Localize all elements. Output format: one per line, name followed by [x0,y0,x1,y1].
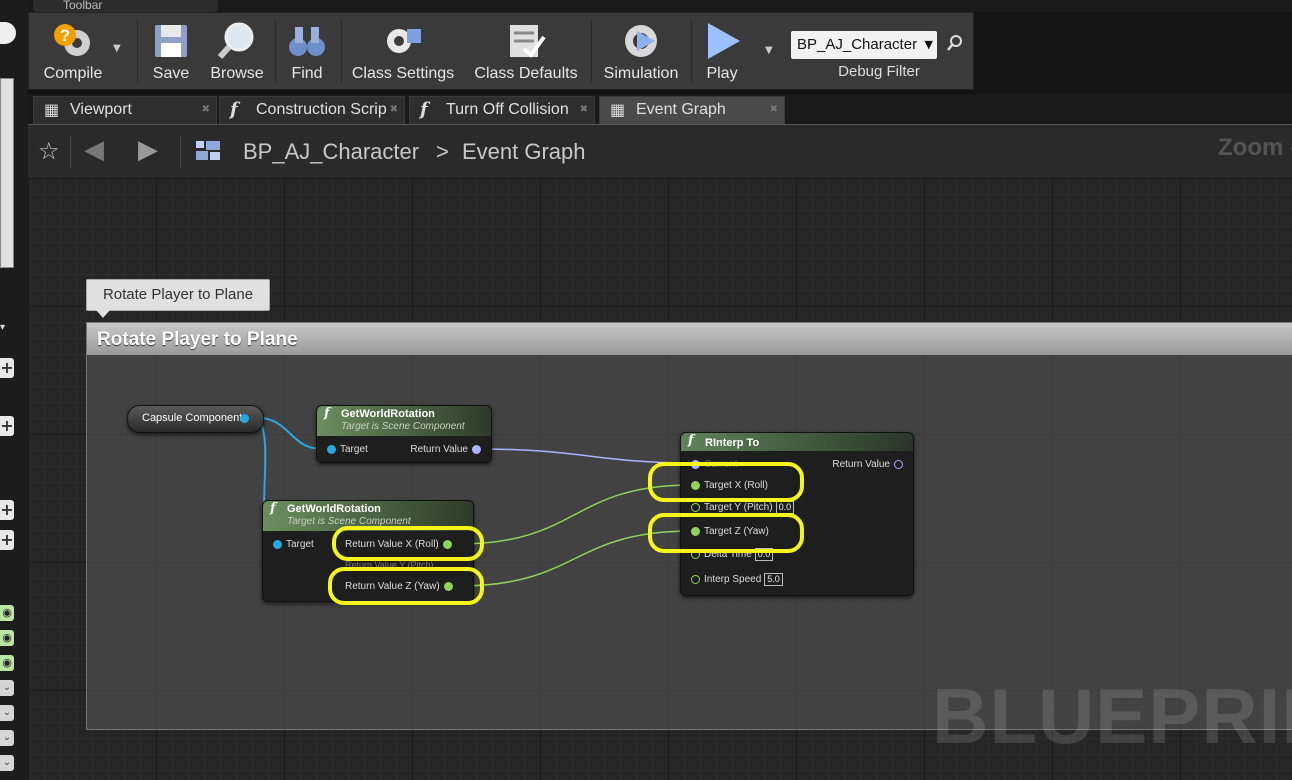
interp-speed-pin[interactable]: Interp Speed 5.0 [687,573,783,586]
function-icon: f [688,433,694,448]
interp-speed-value[interactable]: 5.0 [764,573,783,586]
capsule-output-pin[interactable] [240,414,249,423]
highlight-return-z [328,567,484,605]
target-pin[interactable]: Target [323,444,368,456]
get-world-rotation-node-1[interactable]: f GetWorldRotation Target is Scene Compo… [316,405,492,463]
target-pin[interactable]: Target [269,539,314,551]
capsule-component-node[interactable]: Capsule Component [127,405,264,433]
wire-node1-to-rinterp [479,448,693,464]
node-subtitle: Target is Scene Component [341,421,465,432]
return-value-pin[interactable]: Return Value [832,459,907,471]
function-icon: f [324,406,330,421]
node-title: GetWorldRotation [287,503,381,515]
function-icon: f [270,501,276,516]
capsule-component-label: Capsule Component [142,412,243,424]
wires [257,417,693,587]
highlight-target-x [648,462,804,502]
wire-capsule-to-node1 [257,417,323,450]
highlight-target-z [648,513,804,553]
highlight-return-x [332,526,484,561]
node-title: RInterp To [705,437,760,449]
return-value-pin[interactable]: Return Value [410,444,485,456]
node-title: GetWorldRotation [341,408,435,420]
